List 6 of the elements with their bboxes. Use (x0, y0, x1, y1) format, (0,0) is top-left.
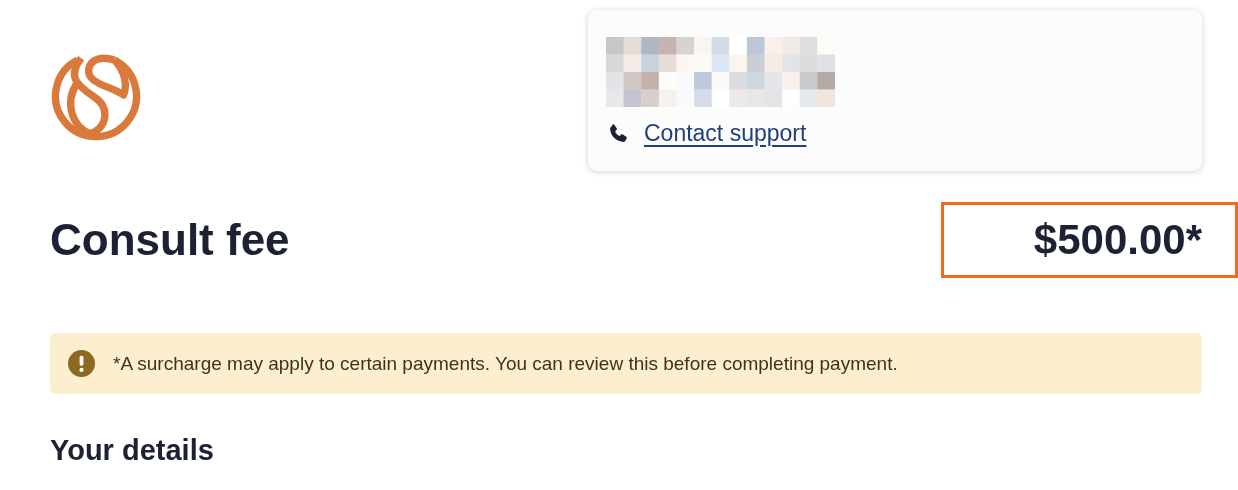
warning-icon (68, 350, 95, 377)
notice-text: *A surcharge may apply to certain payments. You can review this before completing payment. (113, 352, 898, 375)
price-amount: $500.00* (1033, 216, 1202, 264)
section-heading: Your details (50, 434, 215, 467)
page-title: Consult fee (50, 215, 290, 265)
contact-support-link[interactable]: Contact support (644, 120, 807, 147)
